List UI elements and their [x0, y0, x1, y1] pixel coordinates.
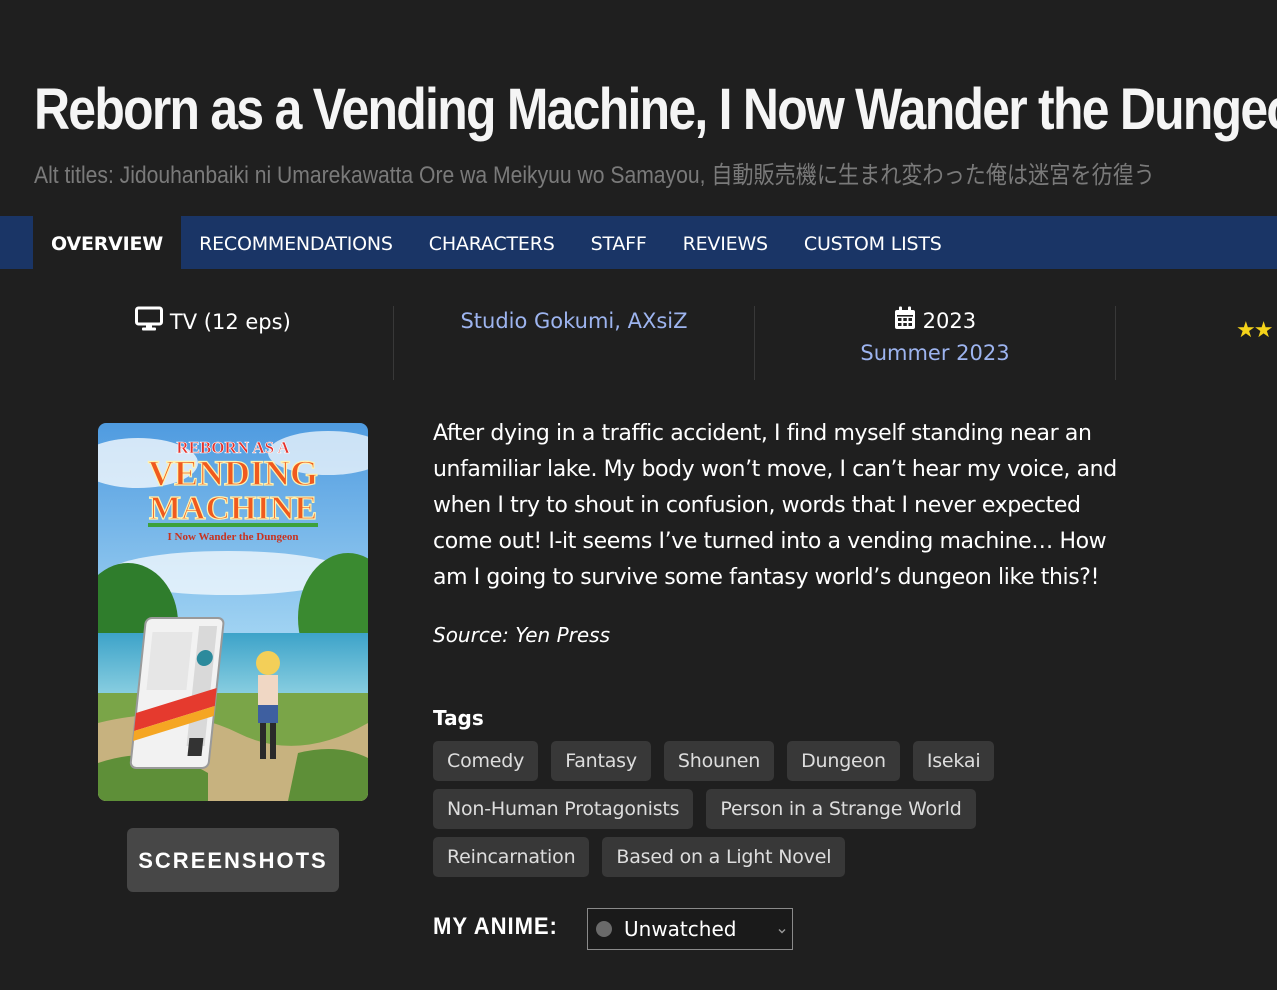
alt-titles: Alt titles: Jidouhanbaiki ni Umarekawatt… [34, 162, 1155, 189]
status-dot-icon [596, 921, 612, 937]
poster-subtitle: I Now Wander the Dungeon [167, 531, 298, 543]
tags-heading: Tags [433, 706, 484, 730]
tab-navigation: OVERVIEW RECOMMENDATIONS CHARACTERS STAF… [0, 216, 1277, 269]
star-rating: ★★ [1236, 318, 1273, 343]
tag-person-in-a-strange-world[interactable]: Person in a Strange World [706, 789, 976, 829]
synopsis: After dying in a traffic accident, I fin… [433, 421, 1117, 590]
watch-status-select[interactable]: Unwatched [587, 908, 793, 950]
tab-custom-lists[interactable]: CUSTOM LISTS [786, 216, 960, 269]
screenshots-button[interactable]: SCREENSHOTS [127, 828, 339, 892]
poster-title-line2: VENDING [148, 453, 318, 493]
season-link[interactable]: Summer 2023 [755, 338, 1115, 368]
chevron-down-icon [776, 922, 788, 941]
tag-non-human-protagonists[interactable]: Non-Human Protagonists [433, 789, 694, 829]
tag-reincarnation[interactable]: Reincarnation [433, 837, 590, 877]
info-row: TV (12 eps) Studio Gokumi, AXsiZ 2023 Su… [33, 306, 1277, 380]
tab-reviews[interactable]: REVIEWS [665, 216, 786, 269]
poster-title-line3: MACHINE [149, 490, 317, 527]
tag-list: Comedy Fantasy Shounen Dungeon Isekai No… [433, 741, 1053, 885]
tab-recommendations[interactable]: RECOMMENDATIONS [181, 216, 411, 269]
tag-isekai[interactable]: Isekai [912, 741, 995, 781]
rating-cell: ★★ [1116, 306, 1277, 380]
tab-staff[interactable]: STAFF [573, 216, 665, 269]
monitor-icon [135, 306, 164, 340]
studios-cell: Studio Gokumi, AXsiZ [394, 306, 755, 380]
watch-status-value: Unwatched [624, 917, 737, 941]
tag-row: Comedy Fantasy Shounen Dungeon Isekai [433, 741, 1053, 781]
tag-comedy[interactable]: Comedy [433, 741, 539, 781]
tag-row: Non-Human Protagonists Person in a Stran… [433, 789, 1053, 829]
tab-overview[interactable]: OVERVIEW [33, 216, 182, 269]
my-anime-label: MY ANIME: [433, 913, 558, 940]
tab-characters[interactable]: CHARACTERS [411, 216, 573, 269]
format-cell: TV (12 eps) [33, 306, 394, 380]
tag-dungeon[interactable]: Dungeon [787, 741, 900, 781]
page-title: Reborn as a Vending Machine, I Now Wande… [34, 77, 1277, 142]
calendar-icon [894, 306, 916, 338]
date-cell: 2023 Summer 2023 [755, 306, 1116, 380]
tag-row: Reincarnation Based on a Light Novel [433, 837, 1053, 877]
tag-shounen[interactable]: Shounen [663, 741, 775, 781]
tag-fantasy[interactable]: Fantasy [551, 741, 651, 781]
studios-link[interactable]: Studio Gokumi, AXsiZ [460, 309, 687, 333]
year-text: 2023 [922, 309, 977, 333]
tag-based-on-a-light-novel[interactable]: Based on a Light Novel [602, 837, 846, 877]
format-text: TV (12 eps) [169, 310, 291, 334]
synopsis-source: Source: Yen Press [433, 623, 611, 647]
anime-poster: REBORN AS A VENDING MACHINE I Now Wander… [98, 423, 368, 801]
